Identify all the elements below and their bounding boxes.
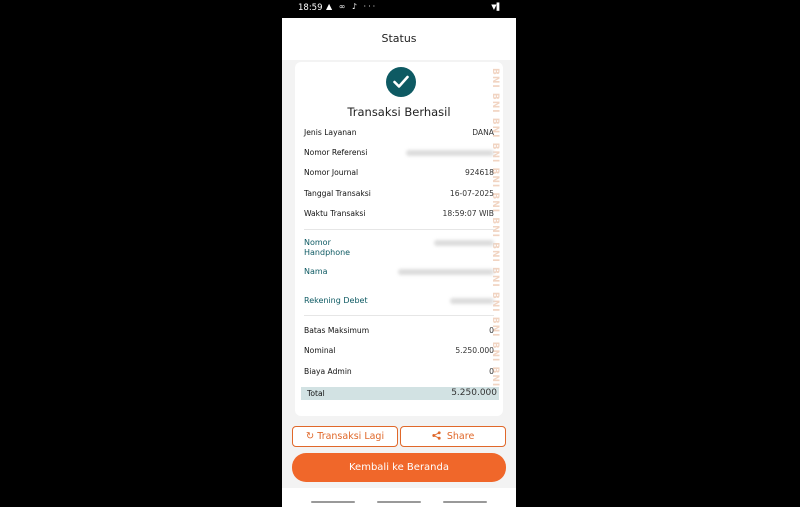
nav-home[interactable] <box>377 501 421 503</box>
row-value: 5.250.000 <box>455 346 494 355</box>
row-value: 924618 <box>465 168 494 177</box>
row-transaction-time: Waktu Transaksi 18:59:07 WIB <box>304 209 494 221</box>
phone-screen: 18:59 ▲ ∞ ♪ ··· ▼▌ Status BNI BNI BNI BN… <box>282 0 516 507</box>
redacted-value <box>450 298 494 304</box>
nav-recents[interactable] <box>311 501 355 503</box>
row-label: Waktu Transaksi <box>304 209 366 218</box>
signal-battery-icon: ▼▌ <box>491 3 502 11</box>
row-label: Batas Maksimum <box>304 326 370 335</box>
row-label: Nomor Handphone <box>304 238 351 257</box>
page-header: Status <box>282 18 516 60</box>
row-label: Nomor Referensi <box>304 148 368 157</box>
row-transaction-date: Tanggal Transaksi 16-07-2025 <box>304 189 494 201</box>
status-bar: 18:59 ▲ ∞ ♪ ··· ▼▌ <box>282 0 516 18</box>
divider <box>304 315 494 316</box>
total-label: Total <box>307 389 325 398</box>
redacted-value <box>406 150 494 156</box>
back-to-home-button[interactable]: Kembali ke Beranda <box>292 453 506 482</box>
success-check-icon <box>386 67 416 97</box>
total-value: 5.250.000 <box>451 388 497 398</box>
nav-back[interactable] <box>443 501 487 503</box>
row-reference-number: Nomor Referensi <box>304 148 494 160</box>
share-button[interactable]: Share <box>400 426 506 447</box>
share-icon <box>432 431 444 442</box>
row-service-type: Jenis Layanan DANA <box>304 128 494 140</box>
row-label: Biaya Admin <box>304 367 352 376</box>
success-title: Transaksi Berhasil <box>347 105 451 119</box>
row-label: Nama <box>304 267 328 276</box>
android-nav-bar <box>282 488 516 507</box>
row-value: 16-07-2025 <box>449 189 494 198</box>
row-max-limit: Batas Maksimum 0 <box>304 326 494 338</box>
row-label: Jenis Layanan <box>304 128 357 137</box>
redacted-value <box>434 240 494 246</box>
row-value: 0 <box>489 367 494 376</box>
row-nominal: Nominal 5.250.000 <box>304 346 494 358</box>
refresh-icon: ↻ <box>305 431 315 442</box>
transaction-again-button[interactable]: ↻ Transaksi Lagi <box>292 426 398 447</box>
row-label: Tanggal Transaksi <box>304 189 371 198</box>
share-label: Share <box>446 431 475 442</box>
row-label: Nomor Journal <box>304 168 359 177</box>
row-value: 0 <box>489 326 494 335</box>
redacted-value <box>398 269 494 275</box>
row-debit-account: Rekening Debet <box>304 296 494 308</box>
page-title: Status <box>381 32 417 45</box>
divider <box>304 229 494 230</box>
row-phone-number: Nomor Handphone <box>304 238 494 260</box>
row-label: Nominal <box>304 346 336 355</box>
row-value: DANA <box>472 128 494 137</box>
status-time: 18:59 <box>298 3 323 13</box>
notification-icons: ▲ ∞ ♪ ··· <box>326 2 378 11</box>
transaction-again-label: Transaksi Lagi <box>317 431 385 442</box>
receipt-card: BNI BNI BNI BNI BNI BNI BNI BNI BNI BNI … <box>295 62 503 416</box>
total-row: Total 5.250.000 <box>301 387 499 400</box>
row-name: Nama <box>304 267 494 279</box>
row-admin-fee: Biaya Admin 0 <box>304 367 494 379</box>
row-label: Rekening Debet <box>304 296 368 305</box>
row-value: 18:59:07 WIB <box>442 209 494 218</box>
row-journal-number: Nomor Journal 924618 <box>304 168 494 180</box>
